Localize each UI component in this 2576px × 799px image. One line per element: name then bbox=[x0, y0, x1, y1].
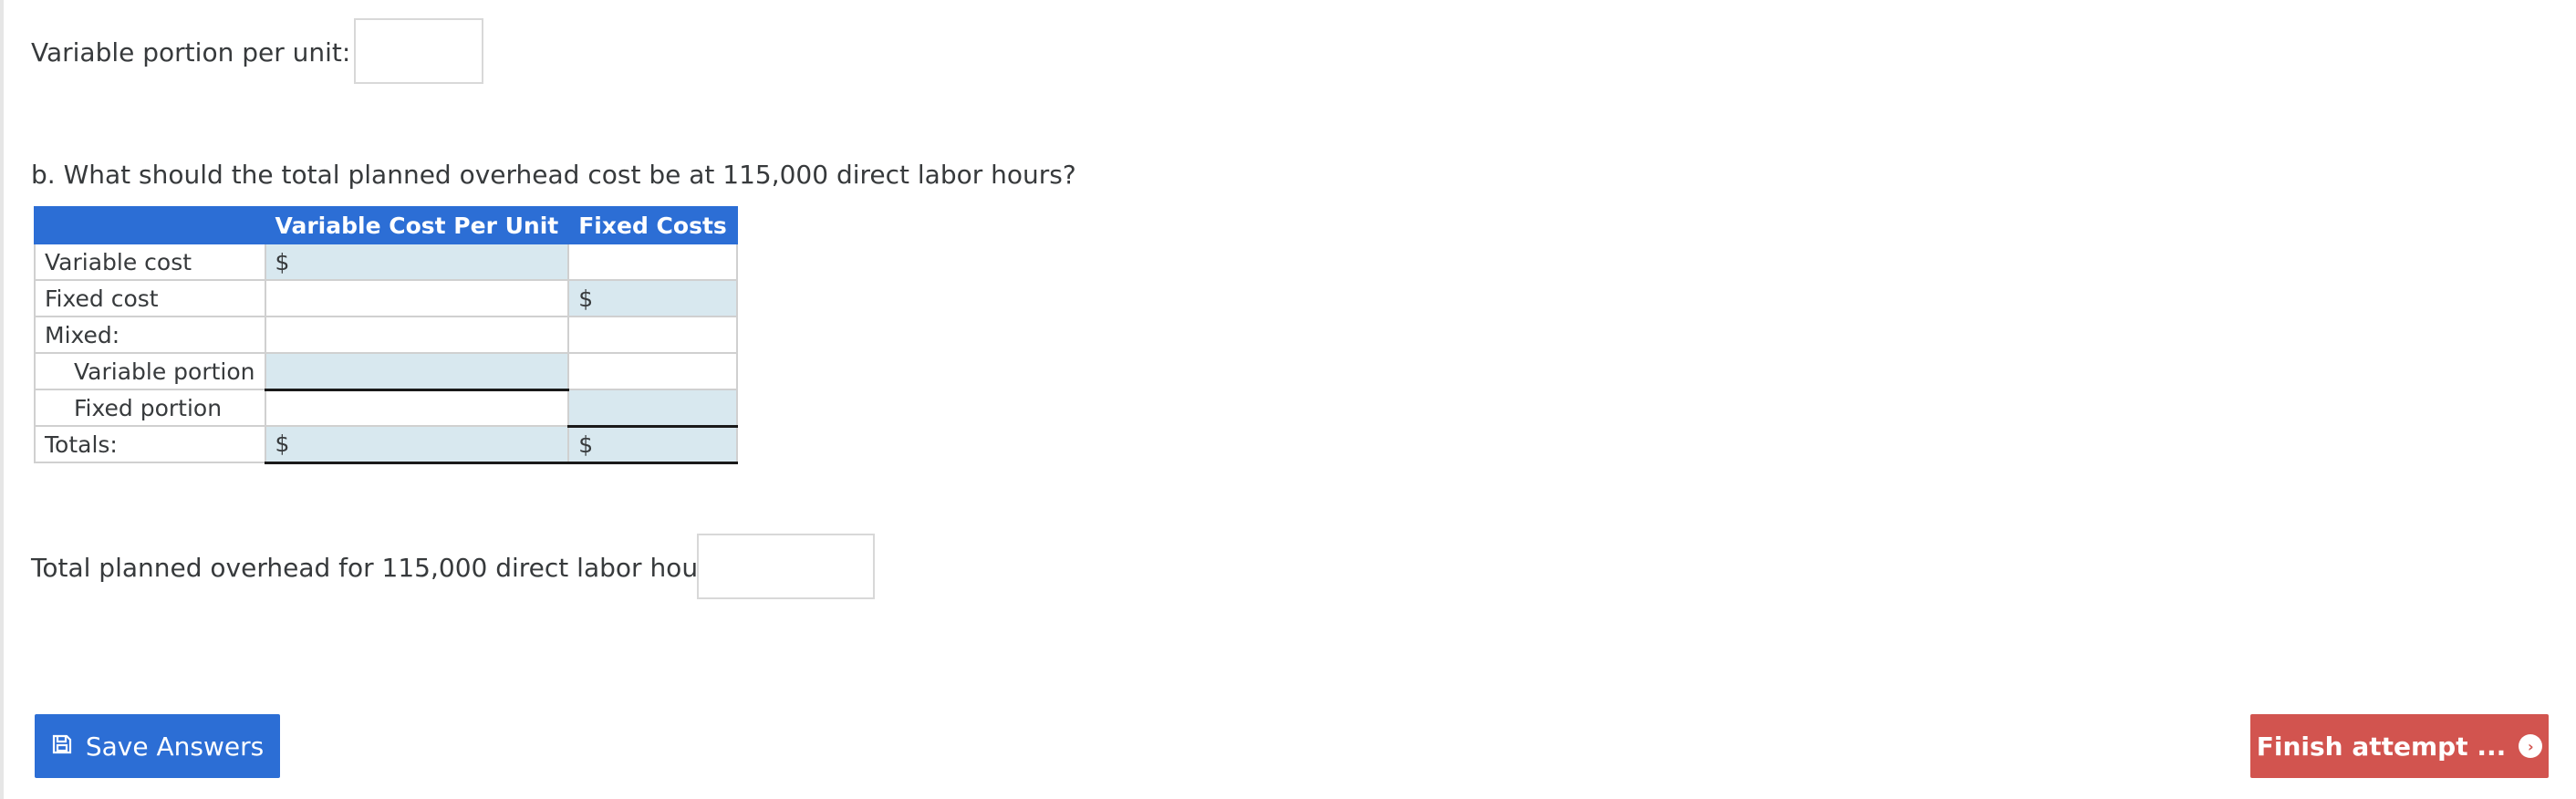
table-row-fixed-portion: Fixed portion bbox=[34, 389, 738, 428]
chevron-circle-right-icon: › bbox=[2519, 734, 2543, 758]
variable-portion-label: Variable portion per unit: $ bbox=[31, 37, 376, 67]
row-label: Fixed cost bbox=[34, 279, 266, 317]
row-label: Totals: bbox=[34, 425, 266, 463]
variable-portion-vc-input[interactable] bbox=[264, 352, 570, 391]
table-header-blank bbox=[34, 206, 266, 244]
finish-attempt-label: Finish attempt ... bbox=[2256, 731, 2507, 762]
total-planned-overhead-label: Total planned overhead for 115,000 direc… bbox=[31, 553, 746, 583]
table-header-row: Variable Cost Per Unit Fixed Costs bbox=[34, 206, 738, 244]
row-label: Variable portion bbox=[34, 352, 266, 390]
save-answers-label: Save Answers bbox=[85, 731, 265, 762]
dollar-sign: $ bbox=[578, 431, 594, 458]
finish-attempt-button[interactable]: Finish attempt ... › bbox=[2250, 714, 2549, 778]
save-answers-button[interactable]: Save Answers bbox=[35, 714, 280, 778]
variable-portion-fc-cell bbox=[567, 352, 738, 390]
fixed-portion-vc-cell bbox=[264, 389, 570, 427]
dollar-sign: $ bbox=[275, 248, 290, 275]
fixed-cost-fc-input[interactable]: $ bbox=[567, 279, 738, 317]
row-label: Mixed: bbox=[34, 316, 266, 354]
dollar-sign: $ bbox=[578, 285, 594, 312]
table-row-variable-cost: Variable cost $ bbox=[34, 243, 738, 281]
table-header-fixed-costs: Fixed Costs bbox=[567, 206, 738, 244]
total-planned-overhead-input[interactable] bbox=[697, 534, 875, 599]
fixed-cost-vc-cell bbox=[264, 279, 570, 317]
variable-cost-vc-input[interactable]: $ bbox=[264, 243, 570, 281]
totals-fc-input[interactable]: $ bbox=[567, 425, 738, 464]
totals-vc-input[interactable]: $ bbox=[264, 425, 570, 464]
question-b-text: b. What should the total planned overhea… bbox=[31, 160, 1076, 190]
mixed-fc-cell bbox=[567, 316, 738, 354]
variable-cost-fc-cell bbox=[567, 243, 738, 281]
floppy-disk-icon bbox=[51, 733, 73, 760]
table-row-totals: Totals: $ $ bbox=[34, 425, 738, 464]
dollar-sign: $ bbox=[275, 431, 290, 458]
fixed-portion-fc-input[interactable] bbox=[567, 389, 738, 428]
table-row-mixed: Mixed: bbox=[34, 316, 738, 354]
quiz-page: Variable portion per unit: $ b. What sho… bbox=[0, 0, 2576, 799]
table-header-variable-cost-per-unit: Variable Cost Per Unit bbox=[264, 206, 570, 244]
row-label: Fixed portion bbox=[34, 389, 266, 427]
mixed-vc-cell bbox=[264, 316, 570, 354]
row-label: Variable cost bbox=[34, 243, 266, 281]
table-row-fixed-cost: Fixed cost $ bbox=[34, 279, 738, 317]
table-row-variable-portion: Variable portion bbox=[34, 352, 738, 391]
variable-portion-input[interactable] bbox=[354, 18, 483, 84]
overhead-cost-table: Variable Cost Per Unit Fixed Costs Varia… bbox=[34, 206, 738, 464]
